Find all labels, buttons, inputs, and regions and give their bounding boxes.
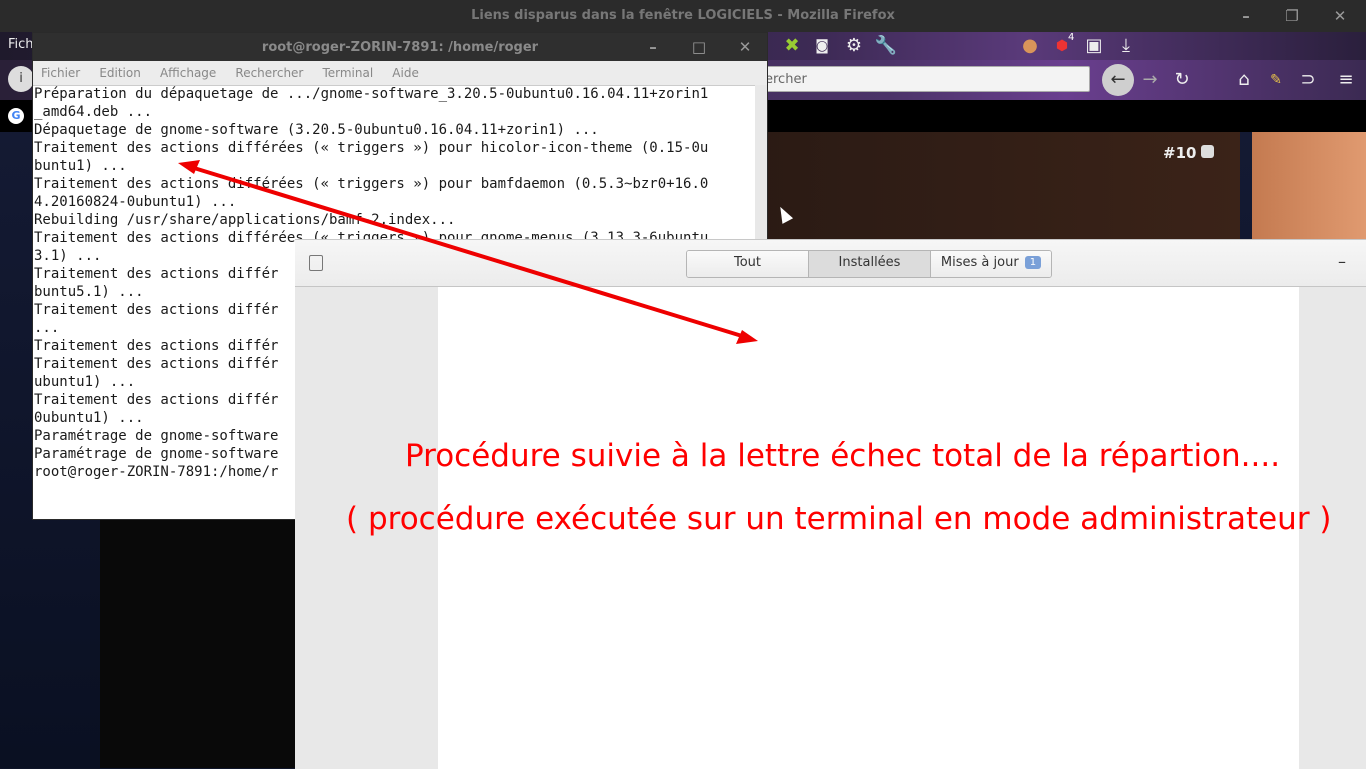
arrow-shaft <box>193 166 743 338</box>
arrow-head-start <box>178 160 200 174</box>
arrow-head-end <box>736 330 758 344</box>
annotation-line-1: Procédure suivie à la lettre échec total… <box>405 438 1281 474</box>
annotation-line-2: ( procédure exécutée sur un terminal en … <box>346 501 1332 537</box>
annotation-arrow <box>178 160 758 344</box>
